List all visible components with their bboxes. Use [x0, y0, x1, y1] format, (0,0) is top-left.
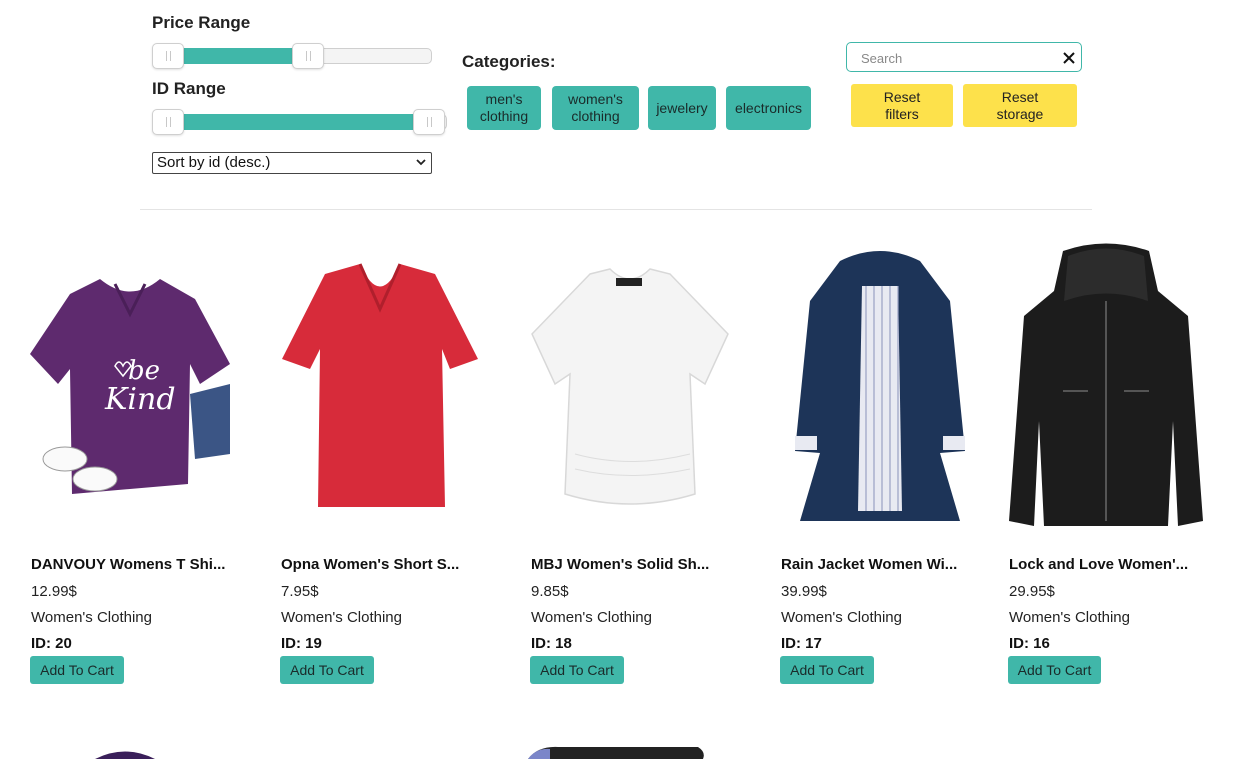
sort-select-value: Sort by id (desc.) [157, 154, 271, 171]
svg-text:Kind: Kind [104, 382, 176, 417]
product-id: ID: 19 [281, 635, 322, 652]
product-price: 39.99$ [781, 583, 827, 600]
product-card: Lock and Love Women'... 29.95$ Women's C… [1008, 236, 1204, 684]
price-range-fill [169, 48, 310, 64]
product-title[interactable]: Rain Jacket Women Wi... [781, 556, 1001, 573]
category-button-mens-clothing[interactable]: men's clothing [467, 86, 541, 130]
product-category: Women's Clothing [281, 609, 402, 626]
reset-storage-label: Reset storage [996, 88, 1044, 122]
add-to-cart-button[interactable]: Add To Cart [1008, 656, 1101, 684]
white-top-image [530, 236, 730, 531]
product-card: be Kind DANVOUY Womens T Shi... 12.99$ W… [30, 236, 230, 684]
product-id: ID: 16 [1009, 635, 1050, 652]
id-range-max-handle[interactable] [413, 109, 445, 135]
product-card: Opna Women's Short S... 7.95$ Women's Cl… [280, 236, 480, 684]
product-id: ID: 18 [531, 635, 572, 652]
product-category: Women's Clothing [531, 609, 652, 626]
category-button-electronics[interactable]: electronics [726, 86, 811, 130]
product-price: 29.95$ [1009, 583, 1055, 600]
red-tshirt-image [280, 236, 480, 531]
price-range-label: Price Range [152, 13, 251, 32]
search-input[interactable] [861, 49, 1051, 67]
sort-select[interactable]: Sort by id (desc.) [152, 152, 432, 174]
reset-storage-button[interactable]: Reset storage [963, 84, 1077, 127]
reset-filters-button[interactable]: Reset filters [851, 84, 953, 127]
search-box[interactable] [846, 42, 1082, 72]
black-leather-jacket-image [1008, 236, 1204, 531]
product-category: Women's Clothing [1009, 609, 1130, 626]
product-id: ID: 17 [781, 635, 822, 652]
add-to-cart-button[interactable]: Add To Cart [30, 656, 124, 684]
reset-filters-label: Reset filters [883, 88, 921, 122]
category-button-jewelery[interactable]: jewelery [648, 86, 716, 130]
id-range-slider[interactable] [152, 109, 447, 135]
id-range-label: ID Range [152, 79, 226, 98]
price-range-slider[interactable] [152, 43, 432, 69]
product-id: ID: 20 [31, 635, 72, 652]
add-to-cart-button[interactable]: Add To Cart [280, 656, 374, 684]
next-row-product-image [528, 746, 704, 759]
product-card: Rain Jacket Women Wi... 39.99$ Women's C… [780, 236, 980, 684]
next-row-product-image [95, 751, 155, 759]
chevron-down-icon [416, 159, 426, 166]
add-to-cart-button[interactable]: Add To Cart [780, 656, 874, 684]
product-title[interactable]: DANVOUY Womens T Shi... [31, 556, 251, 573]
product-category: Women's Clothing [31, 609, 152, 626]
product-category: Women's Clothing [781, 609, 902, 626]
price-range-max-handle[interactable] [292, 43, 325, 69]
id-range-min-handle[interactable] [152, 109, 184, 135]
categories-label: Categories: [462, 52, 556, 71]
product-card: MBJ Women's Solid Sh... 9.85$ Women's Cl… [530, 236, 730, 684]
divider [140, 209, 1092, 210]
product-title[interactable]: Lock and Love Women'... [1009, 556, 1229, 573]
add-to-cart-button[interactable]: Add To Cart [530, 656, 624, 684]
close-icon[interactable] [1062, 51, 1076, 65]
product-price: 9.85$ [531, 583, 569, 600]
product-price: 12.99$ [31, 583, 77, 600]
navy-jacket-image [780, 236, 980, 531]
shop-page: Price Range ID Range Sort by id (desc.) … [0, 0, 1251, 759]
purple-tshirt-image: be Kind [30, 236, 230, 531]
category-button-womens-clothing[interactable]: women's clothing [552, 86, 639, 130]
price-range-min-handle[interactable] [152, 43, 184, 69]
id-range-fill [169, 114, 430, 130]
product-title[interactable]: Opna Women's Short S... [281, 556, 501, 573]
product-price: 7.95$ [281, 583, 319, 600]
product-title[interactable]: MBJ Women's Solid Sh... [531, 556, 751, 573]
